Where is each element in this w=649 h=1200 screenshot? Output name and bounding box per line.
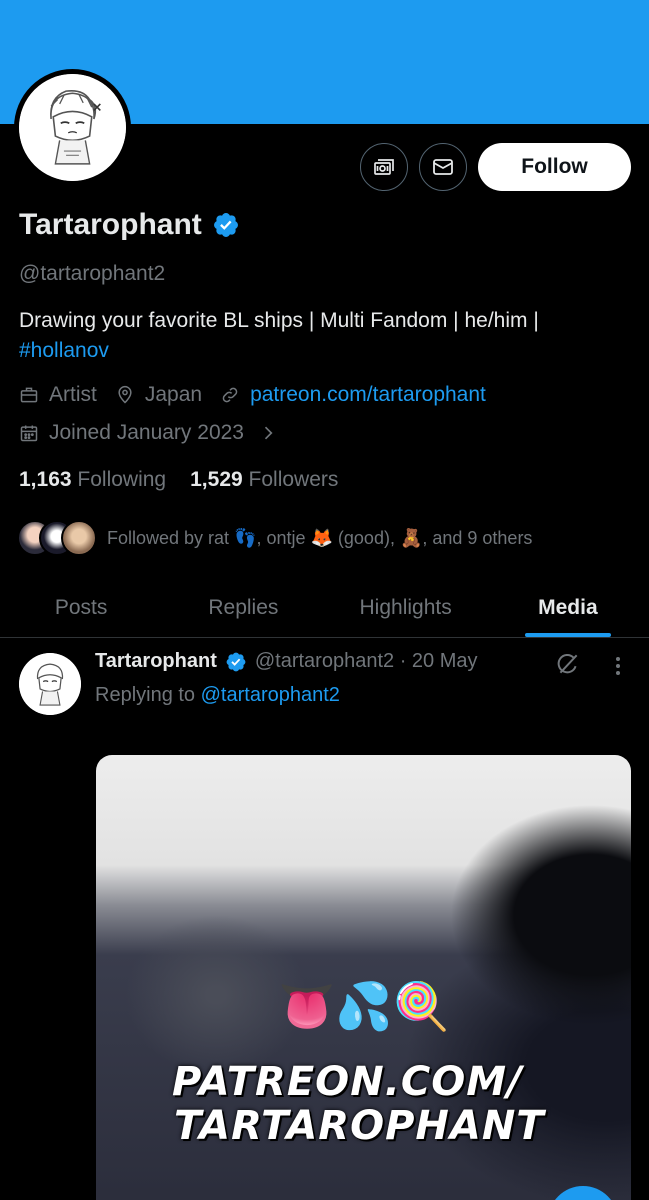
briefcase-icon (20, 387, 38, 403)
subscribe-button[interactable] (360, 143, 408, 191)
joined-row[interactable]: Joined January 2023 (19, 421, 288, 445)
followed-by-text: Followed by rat 👣, ontje 🦊 (good), 🧸, an… (107, 527, 533, 548)
media-promo-text: PATREON.COM/ TARTAROPHANT (172, 1059, 545, 1149)
bio-hashtag-link[interactable]: #hollanov (19, 339, 109, 362)
calendar-icon (20, 425, 38, 442)
tab-posts[interactable]: Posts (0, 578, 162, 637)
tab-highlights[interactable]: Highlights (325, 578, 487, 637)
avatar-image (19, 74, 126, 181)
replying-to-line: Replying to @tartarophant2 (95, 684, 340, 706)
follow-button[interactable]: Follow (478, 143, 631, 191)
verified-badge-icon[interactable] (212, 211, 240, 239)
category-item: Artist (19, 383, 97, 407)
profile-name: Tartarophant (19, 208, 202, 241)
verified-badge-icon[interactable] (225, 651, 255, 673)
post-media-image[interactable]: 👅💦🍭 PATREON.COM/ TARTAROPHANT (96, 755, 631, 1200)
replying-to-link[interactable]: @tartarophant2 (201, 684, 340, 706)
joined-date: Joined January 2023 (49, 421, 244, 444)
profile-name-row: Tartarophant (19, 208, 240, 242)
profile-avatar[interactable] (14, 69, 131, 186)
website-link[interactable]: patreon.com/tartarophant (250, 383, 486, 407)
following-stat[interactable]: 1,163 Following (19, 468, 166, 492)
more-options-icon[interactable] (608, 654, 628, 678)
chevron-right-icon[interactable] (258, 423, 278, 443)
envelope-icon (433, 159, 453, 175)
post-header: Tartarophant @tartarophant2 · 20 May (95, 650, 478, 673)
followers-stat[interactable]: 1,529 Followers (190, 468, 338, 492)
bio-text: Drawing your favorite BL ships | Multi F… (19, 309, 539, 332)
profile-bio: Drawing your favorite BL ships | Multi F… (19, 306, 629, 366)
grok-icon[interactable] (555, 651, 581, 677)
message-button[interactable] (419, 143, 467, 191)
profile-meta-row: Artist Japan patreon.com/tartarophant (19, 383, 504, 407)
followed-by-row[interactable]: Followed by rat 👣, ontje 🦊 (good), 🧸, an… (17, 520, 532, 556)
post-handle-date: @tartarophant2 · 20 May (254, 650, 478, 672)
tab-media[interactable]: Media (487, 578, 649, 637)
profile-handle: @tartarophant2 (19, 262, 166, 285)
location-item: Japan (115, 383, 202, 407)
post-author-avatar[interactable] (19, 653, 81, 715)
media-emojis: 👅💦🍭 (278, 980, 450, 1032)
money-icon (374, 159, 394, 175)
website-item[interactable]: patreon.com/tartarophant (220, 383, 486, 407)
profile-tabs: Posts Replies Highlights Media (0, 578, 649, 638)
link-icon (222, 387, 238, 403)
follow-stats: 1,163 Following 1,529 Followers (19, 468, 338, 492)
post-author-name[interactable]: Tartarophant (95, 650, 217, 673)
tab-replies[interactable]: Replies (162, 578, 324, 637)
follower-avatar (61, 520, 97, 556)
location-pin-icon (118, 385, 132, 404)
